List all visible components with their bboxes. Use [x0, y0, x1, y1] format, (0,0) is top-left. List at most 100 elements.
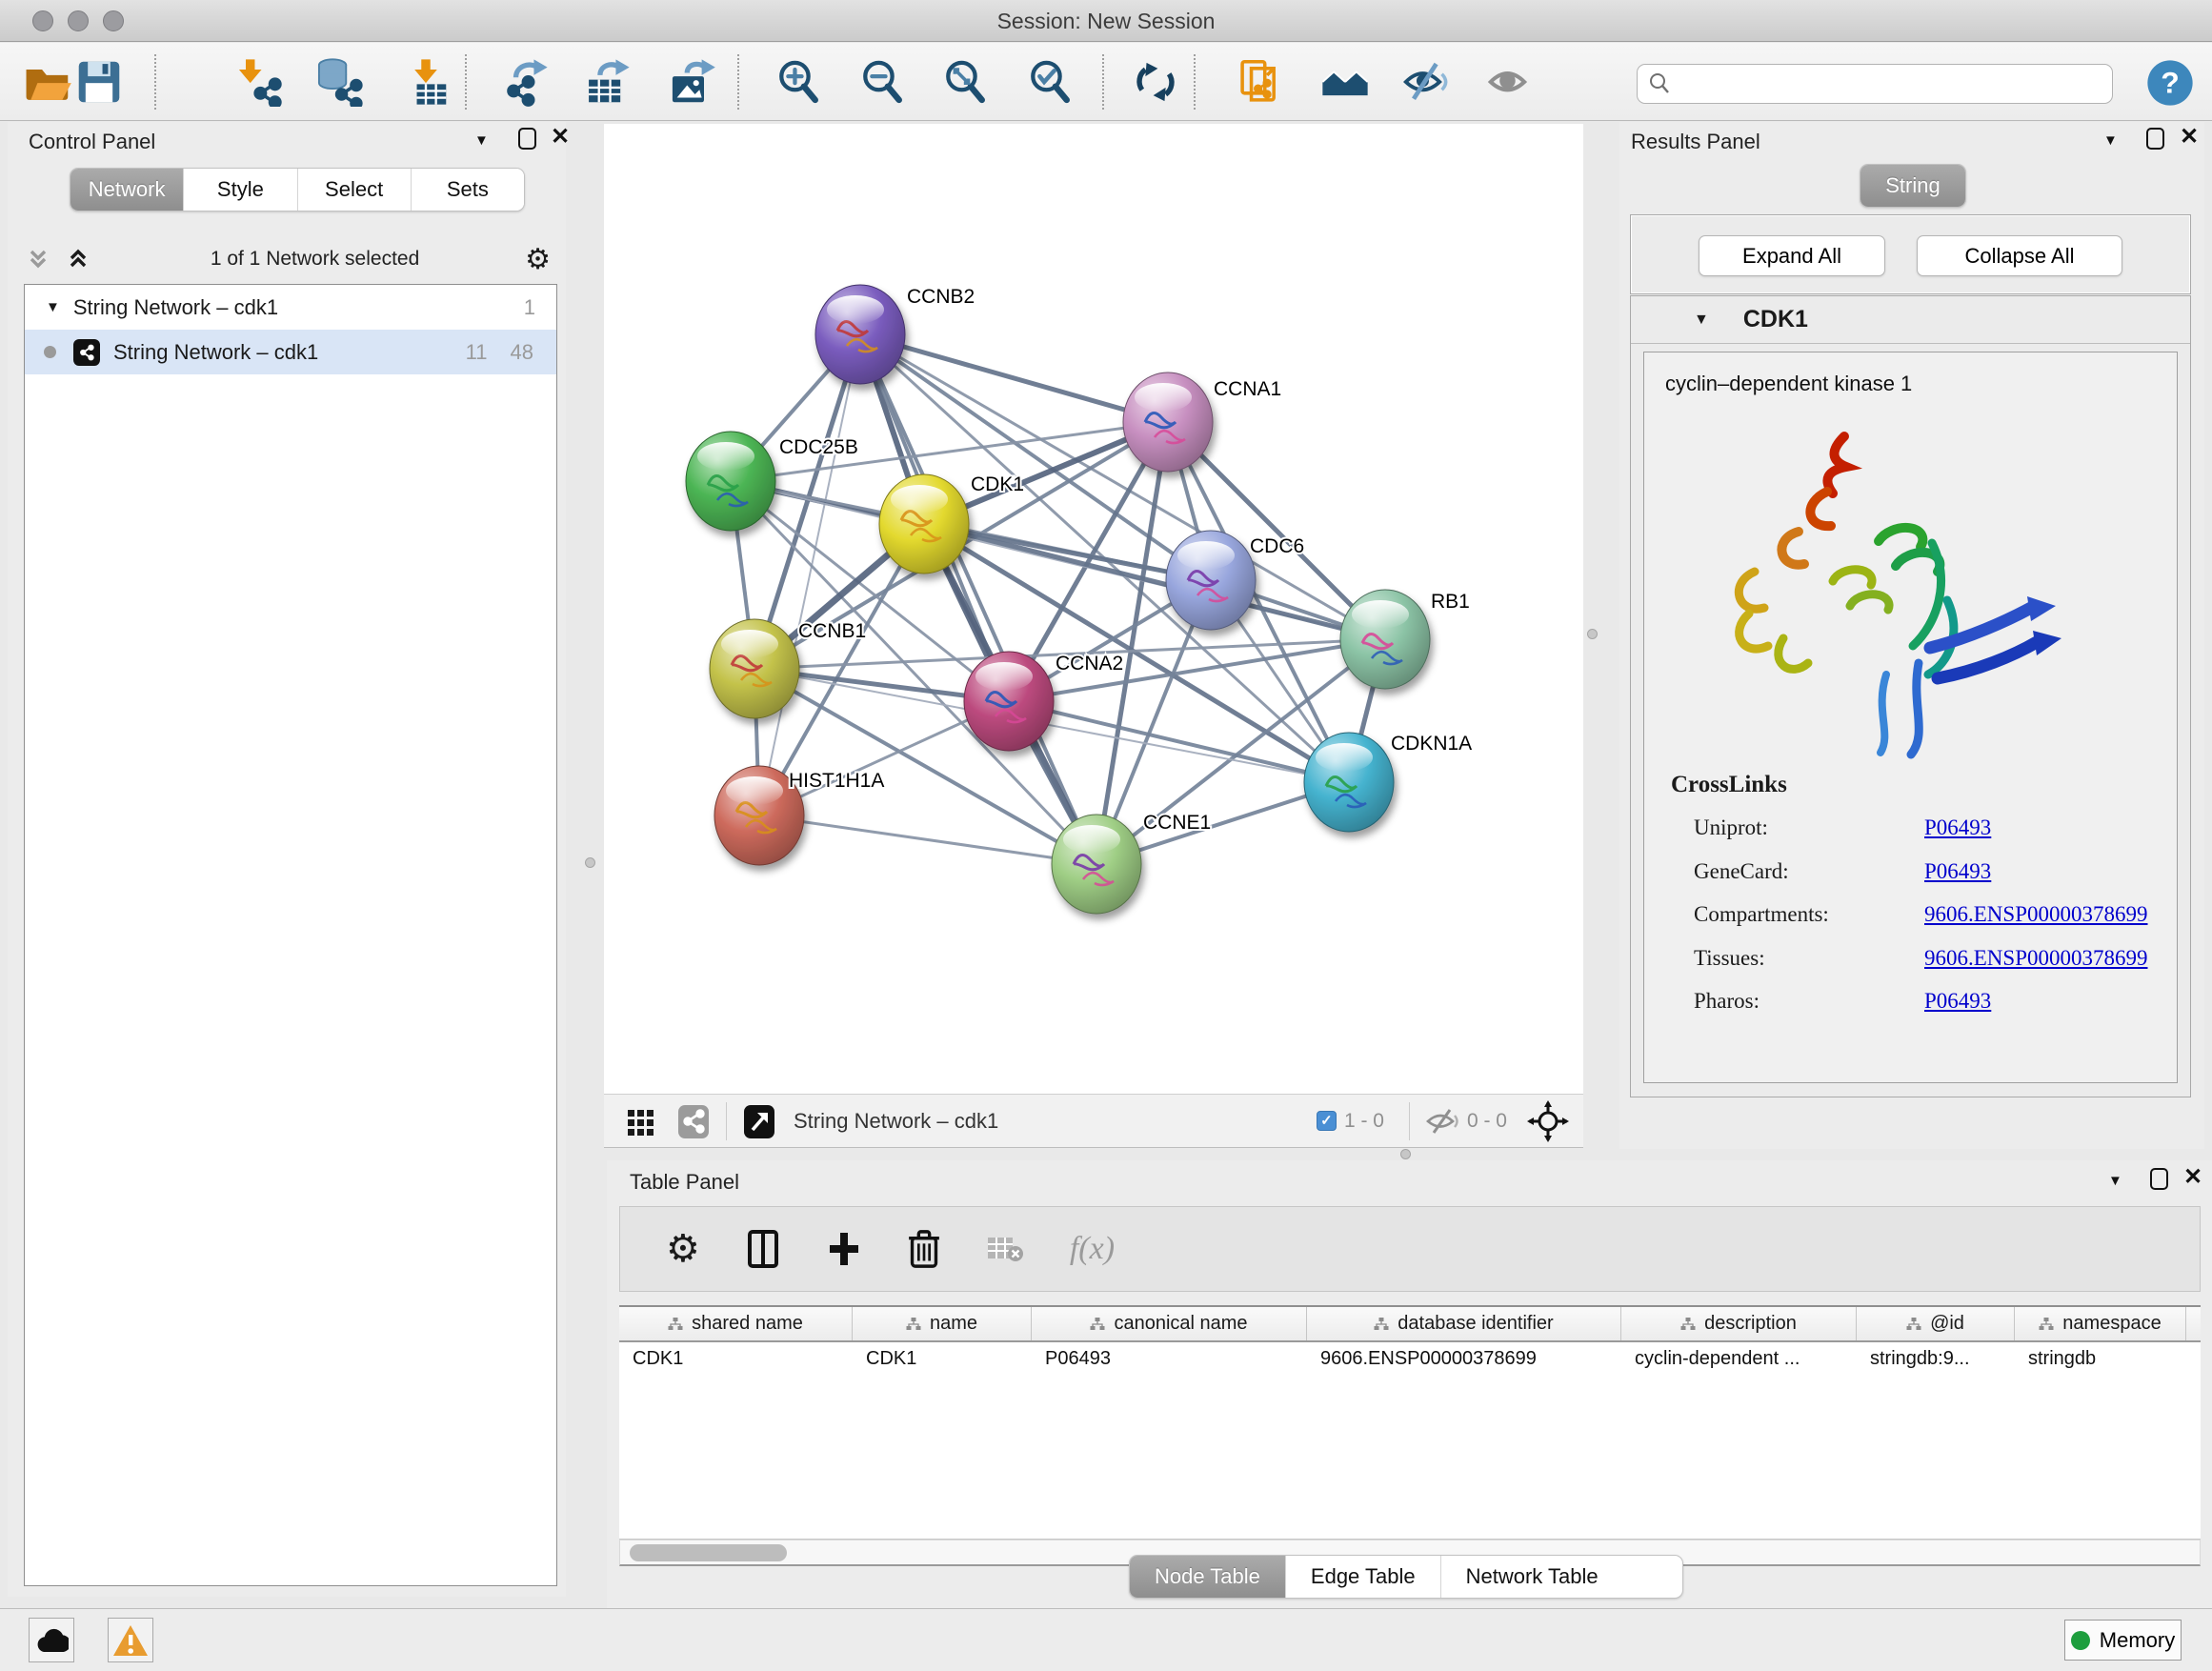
network-node-CCNB2[interactable] [815, 285, 905, 384]
show-all-views-button[interactable] [1318, 56, 1372, 110]
cloud-status-button[interactable] [29, 1618, 74, 1662]
search-input[interactable] [1672, 72, 2091, 95]
export-image-button[interactable] [665, 56, 718, 110]
tab-network-table[interactable]: Network Table [1441, 1556, 1623, 1598]
control-panel-close-icon[interactable]: ✕ [551, 127, 570, 148]
clone-network-view-button[interactable] [1234, 56, 1287, 110]
network-node-CDC6[interactable] [1166, 531, 1256, 630]
zoom-in-button[interactable] [772, 56, 825, 110]
save-session-button[interactable] [72, 56, 126, 110]
table-cell: 9606.ENSP00000378699 [1307, 1342, 1621, 1378]
left-splitter-grip[interactable] [585, 857, 595, 868]
tab-style[interactable]: Style [184, 169, 297, 211]
network-edge [1009, 701, 1349, 782]
detach-view-icon[interactable] [742, 1102, 776, 1140]
selected-indicator-checkbox[interactable]: ✓ [1317, 1111, 1337, 1131]
create-column-icon[interactable] [826, 1229, 862, 1269]
right-splitter-grip[interactable] [1587, 629, 1598, 639]
warning-icon [112, 1623, 149, 1658]
tab-node-table[interactable]: Node Table [1130, 1556, 1286, 1598]
table-cell: P06493 [1032, 1342, 1307, 1378]
expand-all-networks-icon[interactable] [25, 245, 51, 273]
table-panel-close-icon[interactable]: ✕ [2183, 1167, 2202, 1188]
network-collection-row[interactable]: ▼ String Network – cdk1 1 [25, 285, 556, 330]
refresh-icon [1131, 57, 1180, 107]
crosslink-link[interactable]: 9606.ENSP00000378699 [1924, 946, 2148, 971]
houses-icon [1320, 57, 1370, 107]
tab-string[interactable]: String [1860, 165, 1965, 207]
network-node-CDKN1A[interactable] [1304, 733, 1394, 832]
import-table-from-file-button[interactable] [399, 56, 452, 110]
control-panel-collapse-icon[interactable]: ▼ [474, 132, 489, 149]
refresh-view-button[interactable] [1129, 56, 1182, 110]
collapse-all-networks-icon[interactable] [65, 245, 91, 273]
network-node-CCNA2[interactable] [964, 652, 1054, 751]
column-header-canonical-name[interactable]: canonical name [1032, 1307, 1307, 1340]
crosslink-label: Pharos: [1694, 989, 1760, 1013]
node-section-header[interactable]: ▼ CDK1 [1631, 296, 2190, 344]
help-button[interactable]: ? [2145, 58, 2195, 108]
table-row[interactable]: CDK1CDK1P064939606.ENSP00000378699cyclin… [619, 1342, 2201, 1378]
fit-content-icon [940, 57, 990, 107]
column-header-label: database identifier [1398, 1313, 1553, 1335]
show-columns-icon[interactable] [746, 1228, 780, 1270]
delete-column-trash-icon[interactable] [908, 1229, 940, 1269]
crosslink-link[interactable]: P06493 [1924, 989, 1991, 1014]
hidden-eye-icon[interactable] [1425, 1108, 1459, 1135]
grid-view-icon[interactable] [625, 1105, 657, 1137]
column-header-name[interactable]: name [853, 1307, 1032, 1340]
graphics-details-disabled-button[interactable] [1484, 56, 1538, 110]
export-network-icon [500, 57, 550, 107]
export-table-button[interactable] [580, 56, 633, 110]
toolbar-separator [737, 54, 739, 110]
warnings-button[interactable] [108, 1618, 153, 1662]
tab-network[interactable]: Network [70, 169, 184, 211]
network-node-RB1[interactable] [1340, 590, 1430, 689]
table-panel-collapse-icon[interactable]: ▼ [2108, 1173, 2122, 1189]
network-node-CCNA1[interactable] [1123, 372, 1213, 472]
hide-graphics-details-button[interactable] [1399, 56, 1453, 110]
node-section-expand-icon[interactable]: ▼ [1694, 312, 1709, 329]
fit-content-button[interactable] [938, 56, 992, 110]
import-network-from-file-button[interactable] [231, 56, 285, 110]
network-canvas[interactable]: CCNB2CCNA1CDC25BCDK1CDC6RB1CCNB1CCNA2CDK… [604, 124, 1583, 1094]
network-options-gear-icon[interactable]: ⚙ [525, 243, 551, 276]
zoom-selected-button[interactable] [1023, 56, 1076, 110]
tab-select[interactable]: Select [298, 169, 412, 211]
column-header-shared-name[interactable]: shared name [619, 1307, 853, 1340]
collapse-all-button[interactable]: Collapse All [1917, 235, 2122, 276]
network-node-CDK1[interactable] [879, 474, 969, 574]
crosslink-link[interactable]: 9606.ENSP00000378699 [1924, 902, 2148, 927]
column-header-namespace[interactable]: namespace [2015, 1307, 2186, 1340]
bottom-splitter-grip[interactable] [1400, 1149, 1411, 1159]
network-view-mode-icon[interactable] [676, 1102, 711, 1140]
network-row-selected[interactable]: String Network – cdk1 1148 [25, 330, 556, 374]
crosslink-link[interactable]: P06493 [1924, 815, 1991, 840]
collection-expand-icon[interactable]: ▼ [46, 299, 60, 315]
table-panel-float-icon[interactable] [2150, 1168, 2168, 1190]
expand-all-button[interactable]: Expand All [1699, 235, 1885, 276]
results-panel-float-icon[interactable] [2146, 128, 2164, 150]
results-panel-close-icon[interactable]: ✕ [2180, 127, 2199, 148]
birds-eye-view-icon[interactable] [1526, 1099, 1570, 1143]
network-node-CDC25B[interactable] [686, 432, 775, 531]
table-options-gear-icon[interactable]: ⚙ [666, 1227, 700, 1271]
network-node-CCNE1[interactable] [1052, 815, 1141, 914]
zoom-out-button[interactable] [855, 56, 909, 110]
crosslink-link[interactable]: P06493 [1924, 859, 1991, 884]
column-header-database-identifier[interactable]: database identifier [1307, 1307, 1621, 1340]
column-header-label: @id [1930, 1313, 1964, 1335]
column-header-@id[interactable]: @id [1857, 1307, 2015, 1340]
open-session-button[interactable] [21, 56, 74, 110]
scrollbar-thumb[interactable] [630, 1544, 787, 1561]
export-network-button[interactable] [498, 56, 552, 110]
memory-button[interactable]: Memory [2064, 1620, 2182, 1661]
results-panel-collapse-icon[interactable]: ▼ [2103, 132, 2118, 149]
column-header-description[interactable]: description [1621, 1307, 1857, 1340]
control-panel-float-icon[interactable] [518, 128, 536, 150]
network-node-CCNB1[interactable] [710, 619, 799, 718]
gray-eye-icon [1486, 57, 1536, 107]
tab-edge-table[interactable]: Edge Table [1286, 1556, 1441, 1598]
import-network-from-database-button[interactable] [312, 56, 365, 110]
tab-sets[interactable]: Sets [412, 169, 524, 211]
